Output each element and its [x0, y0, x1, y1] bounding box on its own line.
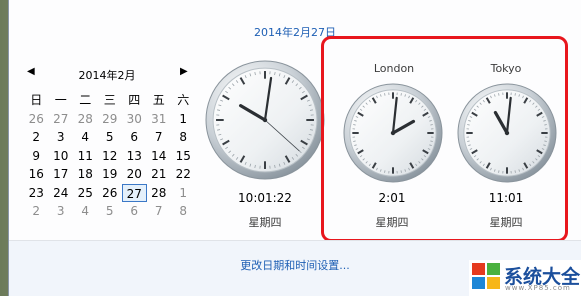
local-day: 星期四 [248, 216, 282, 229]
weekday-label: 五 [152, 93, 165, 107]
calendar-day[interactable]: 4 [73, 202, 98, 221]
calendar-day[interactable]: 9 [24, 147, 49, 166]
calendar-week-row: 16 17 18 19 20 21 22 [24, 165, 196, 184]
logo-url: www.XP85.com [505, 284, 571, 292]
calendar-day[interactable]: 7 [147, 202, 172, 221]
calendar-day[interactable]: 1 [171, 184, 196, 203]
calendar-day[interactable]: 13 [122, 147, 147, 166]
highlight-annotation [321, 36, 568, 242]
calendar-day[interactable]: 28 [147, 184, 172, 203]
calendar-week-row: 26 27 28 29 30 31 1 [24, 110, 196, 129]
calendar-day[interactable]: 2 [24, 128, 49, 147]
calendar-day-today[interactable]: 27 [122, 183, 147, 202]
calendar-day[interactable]: 8 [171, 202, 196, 221]
next-month-icon[interactable]: ▶ [180, 66, 190, 82]
calendar-day[interactable]: 30 [122, 110, 147, 129]
calendar-day[interactable]: 19 [98, 165, 123, 184]
calendar-day[interactable]: 2 [24, 202, 49, 221]
calendar-day[interactable]: 31 [147, 110, 172, 129]
calendar-day[interactable]: 3 [49, 128, 74, 147]
calendar-day[interactable]: 29 [98, 110, 123, 129]
calendar-week-row: 2 3 4 5 6 7 8 [24, 202, 196, 221]
weekday-label: 二 [79, 93, 92, 107]
calendar-day[interactable]: 8 [171, 128, 196, 147]
windows-flag-icon [472, 263, 500, 289]
calendar-day[interactable]: 16 [24, 165, 49, 184]
calendar-day[interactable]: 12 [98, 147, 123, 166]
calendar-day[interactable]: 20 [122, 165, 147, 184]
calendar-month-title[interactable]: 2014年2月 [70, 67, 144, 83]
calendar-weekday-row: 日 一 二 三 四 五 六 [24, 91, 196, 110]
calendar-day[interactable]: 26 [98, 184, 123, 203]
calendar-day[interactable]: 28 [73, 110, 98, 129]
calendar-day[interactable]: 22 [171, 165, 196, 184]
clock-face-icon [205, 60, 325, 180]
change-date-time-settings-link[interactable]: 更改日期和时间设置... [230, 257, 360, 275]
calendar-day[interactable]: 23 [24, 184, 49, 203]
calendar-day[interactable]: 21 [147, 165, 172, 184]
calendar-day[interactable]: 1 [171, 110, 196, 129]
calendar-day[interactable]: 5 [98, 202, 123, 221]
weekday-label: 日 [30, 93, 43, 107]
weekday-label: 三 [103, 93, 116, 107]
calendar-week-row: 23 24 25 26 27 28 1 [24, 183, 196, 203]
calendar-week-row: 2 3 4 5 6 7 8 [24, 128, 196, 147]
calendar-day[interactable]: 7 [147, 128, 172, 147]
calendar-day[interactable]: 4 [73, 128, 98, 147]
calendar-day[interactable]: 18 [73, 165, 98, 184]
clock-center-cap [262, 117, 268, 123]
weekday-label: 一 [54, 93, 67, 107]
weekday-label: 四 [128, 93, 141, 107]
calendar-day[interactable]: 15 [171, 147, 196, 166]
calendar-day[interactable]: 24 [49, 184, 74, 203]
calendar-day[interactable]: 25 [73, 184, 98, 203]
site-logo: 系统大全 www.XP85.com [469, 260, 581, 296]
calendar-week-row: 9 10 11 12 13 14 15 [24, 147, 196, 166]
local-clock [203, 58, 327, 182]
calendar-day[interactable]: 3 [49, 202, 74, 221]
calendar-day[interactable]: 27 [49, 110, 74, 129]
calendar-day[interactable]: 26 [24, 110, 49, 129]
calendar-day[interactable]: 5 [98, 128, 123, 147]
calendar-grid: 日 一 二 三 四 五 六 26 27 28 29 30 31 1 2 3 4 … [24, 91, 196, 221]
calendar-day[interactable]: 6 [122, 202, 147, 221]
calendar-day[interactable]: 6 [122, 128, 147, 147]
calendar-day[interactable]: 17 [49, 165, 74, 184]
calendar-day[interactable]: 14 [147, 147, 172, 166]
calendar-day[interactable]: 10 [49, 147, 74, 166]
calendar-day[interactable]: 11 [73, 147, 98, 166]
local-time: 10:01:22 [238, 191, 292, 205]
previous-month-icon[interactable]: ◀ [27, 66, 37, 82]
weekday-label: 六 [177, 93, 190, 107]
